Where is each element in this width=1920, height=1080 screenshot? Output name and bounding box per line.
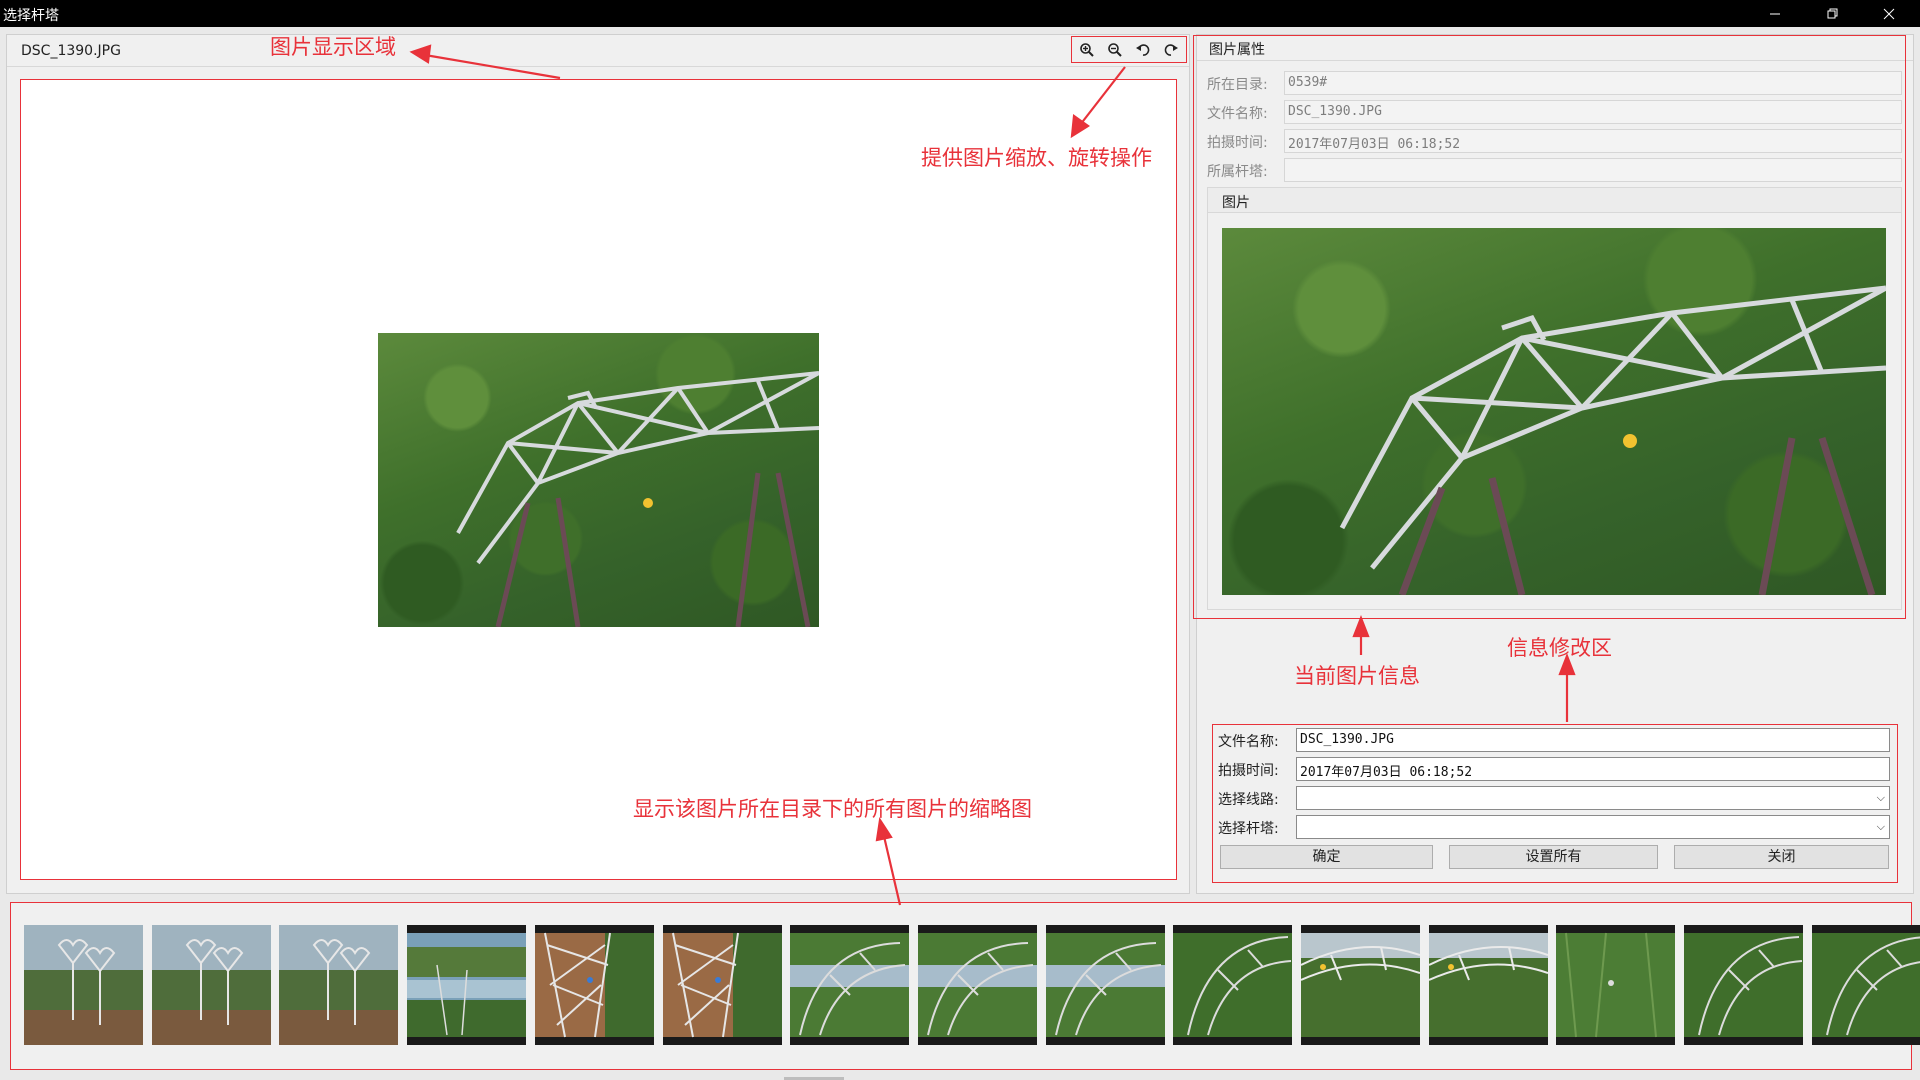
close-button[interactable]: 关闭	[1674, 845, 1889, 869]
edit-time-label: 拍摄时间:	[1218, 763, 1279, 779]
preview-photo	[1222, 228, 1886, 595]
select-tower-label: 选择杆塔:	[1218, 821, 1279, 837]
annotation-zoom-rotate: 提供图片缩放、旋转操作	[921, 146, 1152, 170]
capture-time-label: 拍摄时间:	[1207, 135, 1268, 151]
edit-filename-input[interactable]: DSC_1390.JPG	[1296, 728, 1890, 752]
annotation-display-area: 图片显示区域	[270, 35, 396, 59]
annotation-thumbnails: 显示该图片所在目录下的所有图片的缩略图	[633, 797, 1032, 821]
main-photo	[378, 333, 819, 627]
filename-field: DSC_1390.JPG	[1284, 100, 1902, 124]
annotation-current-info: 当前图片信息	[1294, 664, 1420, 688]
viewer-header: DSC_1390.JPG	[7, 35, 1189, 67]
tower-label: 所属杆塔:	[1207, 164, 1268, 180]
thumbnail-item[interactable]	[534, 925, 654, 1045]
preview-photo-tower	[1339, 285, 1886, 595]
select-line-label: 选择线路:	[1218, 792, 1279, 808]
edit-time-input[interactable]: 2017年07月03日 06:18;52	[1296, 757, 1890, 781]
directory-label: 所在目录:	[1207, 77, 1268, 93]
annotation-edit-area: 信息修改区	[1507, 636, 1612, 660]
select-tower-dropdown[interactable]: ⌵	[1296, 815, 1890, 839]
select-line-dropdown[interactable]: ⌵	[1296, 786, 1890, 810]
thumbnail-item[interactable]	[1811, 925, 1920, 1045]
thumbnail-item[interactable]	[407, 925, 527, 1045]
thumbnail-item[interactable]	[279, 925, 399, 1045]
thumbnail-item[interactable]	[1045, 925, 1165, 1045]
close-icon[interactable]	[1866, 0, 1912, 27]
viewer-filename: DSC_1390.JPG	[21, 43, 121, 59]
thumbnail-item[interactable]	[790, 925, 910, 1045]
thumbnail-item[interactable]	[1684, 925, 1804, 1045]
thumbnail-item[interactable]	[662, 925, 782, 1045]
main-photo-tower	[456, 371, 819, 627]
thumbnail-item[interactable]	[24, 925, 143, 1045]
chevron-down-icon[interactable]: ⌵	[1877, 791, 1885, 805]
thumbnail-item[interactable]	[917, 925, 1037, 1045]
thumbnail-item[interactable]	[151, 925, 271, 1045]
confirm-button[interactable]: 确定	[1220, 845, 1433, 869]
title-bar: 选择杆塔	[0, 0, 1920, 27]
tower-field	[1284, 158, 1902, 182]
thumbnail-item[interactable]	[1301, 925, 1420, 1045]
thumbnail-item[interactable]	[1556, 925, 1676, 1045]
window-title: 选择杆塔	[3, 8, 59, 24]
filename-label: 文件名称:	[1207, 106, 1268, 122]
edit-filename-label: 文件名称:	[1218, 734, 1279, 750]
capture-time-field: 2017年07月03日 06:18;52	[1284, 129, 1902, 153]
thumbnail-item[interactable]	[1428, 925, 1548, 1045]
minimize-icon[interactable]	[1752, 0, 1798, 27]
chevron-down-icon[interactable]: ⌵	[1877, 820, 1885, 834]
restore-icon[interactable]	[1810, 0, 1856, 27]
thumbnail-item[interactable]	[1173, 925, 1293, 1045]
directory-field: 0539#	[1284, 71, 1902, 95]
set-all-button[interactable]: 设置所有	[1449, 845, 1658, 869]
image-groupbox-header: 图片	[1207, 187, 1902, 213]
toolbar-highlight-box	[1071, 36, 1187, 63]
image-group-title: 图片	[1222, 195, 1250, 211]
